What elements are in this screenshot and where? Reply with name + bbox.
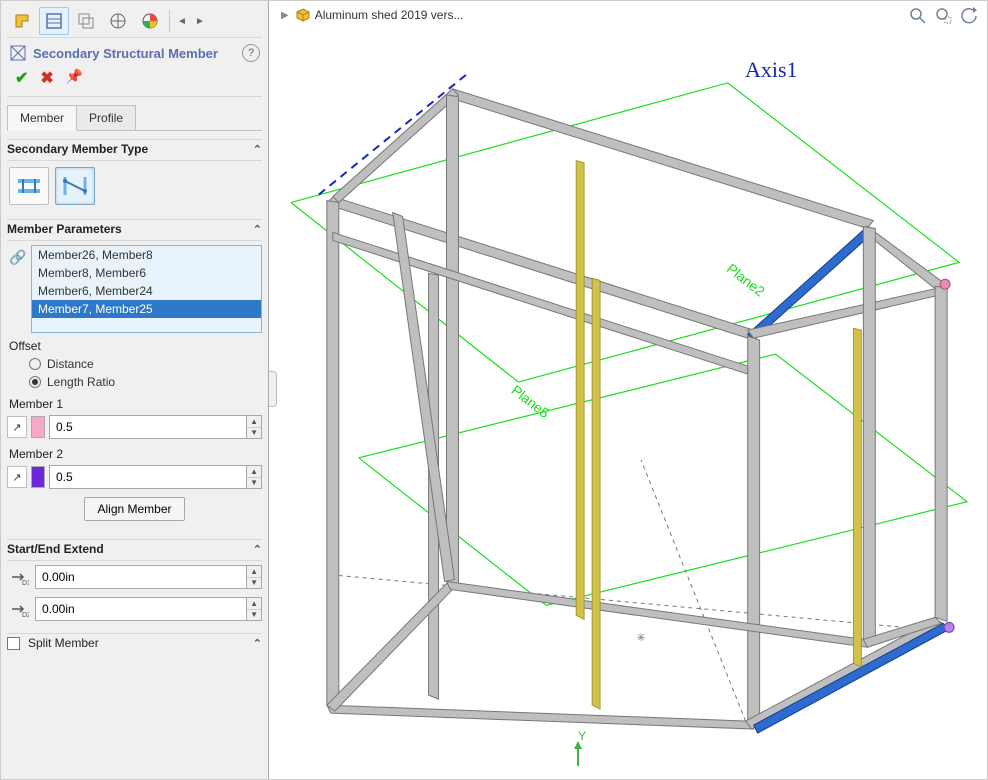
- selection-link-icon[interactable]: 🔗: [7, 245, 29, 333]
- section-secondary-member-type[interactable]: Secondary Member Type ⌃: [7, 139, 262, 161]
- dimxpert-manager-tab-icon[interactable]: [103, 7, 133, 35]
- panel-toolbar: ◄ ►: [7, 5, 262, 38]
- extend-d1-input[interactable]: [35, 565, 247, 589]
- list-item[interactable]: Member8, Member6: [32, 264, 261, 282]
- radio-icon: [29, 376, 41, 388]
- member1-value-input[interactable]: [49, 415, 247, 439]
- section-start-end-extend[interactable]: Start/End Extend ⌃: [7, 539, 262, 561]
- offset-label: Offset: [7, 333, 262, 355]
- list-item[interactable]: Member6, Member24: [32, 282, 261, 300]
- collapse-chevron-icon: ⌃: [253, 223, 262, 236]
- property-manager-panel: ◄ ► Secondary Structural Member ? ✔ ✖ 📌 …: [1, 1, 269, 779]
- extend-d2-icon: D2: [7, 598, 31, 620]
- ok-button[interactable]: ✔: [15, 68, 28, 88]
- list-item[interactable]: Member7, Member25: [32, 300, 261, 318]
- section-member-parameters[interactable]: Member Parameters ⌃: [7, 219, 262, 241]
- property-tabs: Member Profile: [7, 105, 262, 131]
- property-manager-tab-icon[interactable]: [39, 7, 69, 35]
- member1-flip-button[interactable]: ↗: [7, 416, 27, 438]
- radio-icon: [29, 358, 41, 370]
- offset-distance-radio[interactable]: Distance: [7, 355, 262, 373]
- model-geometry: Plane2 Plane5: [269, 1, 987, 779]
- member2-label: Member 2: [7, 441, 262, 463]
- spinner-up-icon[interactable]: ▲: [247, 598, 261, 610]
- section-split-member[interactable]: Split Member ⌃: [7, 633, 262, 654]
- member1-color-swatch: [31, 416, 45, 438]
- tab-member[interactable]: Member: [7, 105, 77, 131]
- between-points-member-button[interactable]: [55, 167, 95, 205]
- member-pairs-list[interactable]: Member26, Member8 Member8, Member6 Membe…: [31, 245, 262, 333]
- feature-manager-tab-icon[interactable]: [7, 7, 37, 35]
- svg-text:D2: D2: [22, 612, 29, 618]
- display-manager-tab-icon[interactable]: [135, 7, 165, 35]
- list-item[interactable]: Member26, Member8: [32, 246, 261, 264]
- secondary-structural-member-icon: [9, 44, 27, 62]
- split-member-checkbox[interactable]: [7, 637, 20, 650]
- collapse-chevron-icon: ⌃: [253, 637, 262, 650]
- member2-color-swatch: [31, 466, 45, 488]
- svg-text:D1: D1: [22, 580, 29, 586]
- collapse-chevron-icon: ⌃: [253, 143, 262, 156]
- member2-value-input[interactable]: [49, 465, 247, 489]
- extend-d2-input[interactable]: [35, 597, 247, 621]
- cancel-button[interactable]: ✖: [40, 68, 53, 88]
- spinner-up-icon[interactable]: ▲: [247, 466, 261, 478]
- member1-label: Member 1: [7, 391, 262, 413]
- extend-d1-icon: D1: [7, 566, 31, 588]
- support-plane-member-button[interactable]: [9, 167, 49, 205]
- member2-flip-button[interactable]: ↗: [7, 466, 27, 488]
- panel-toolbar-prev-icon[interactable]: ◄: [174, 11, 190, 31]
- spinner-up-icon[interactable]: ▲: [247, 416, 261, 428]
- configuration-manager-tab-icon[interactable]: [71, 7, 101, 35]
- offset-length-ratio-radio[interactable]: Length Ratio: [7, 373, 262, 391]
- align-member-button[interactable]: Align Member: [84, 497, 184, 521]
- feature-title: Secondary Structural Member: [33, 46, 236, 61]
- graphics-viewport[interactable]: ▶ Aluminum shed 2019 vers... Axis1: [269, 1, 987, 779]
- spinner-down-icon[interactable]: ▼: [247, 610, 261, 621]
- collapse-chevron-icon: ⌃: [253, 543, 262, 556]
- panel-toolbar-next-icon[interactable]: ►: [192, 11, 208, 31]
- plane2-label[interactable]: Plane2: [724, 260, 768, 300]
- spinner-up-icon[interactable]: ▲: [247, 566, 261, 578]
- pushpin-icon[interactable]: 📌: [66, 68, 83, 88]
- spinner-down-icon[interactable]: ▼: [247, 428, 261, 439]
- spinner-down-icon[interactable]: ▼: [247, 478, 261, 489]
- help-icon[interactable]: ?: [242, 44, 260, 62]
- view-triad[interactable]: Y: [563, 741, 604, 771]
- tab-profile[interactable]: Profile: [76, 105, 136, 131]
- spinner-down-icon[interactable]: ▼: [247, 578, 261, 589]
